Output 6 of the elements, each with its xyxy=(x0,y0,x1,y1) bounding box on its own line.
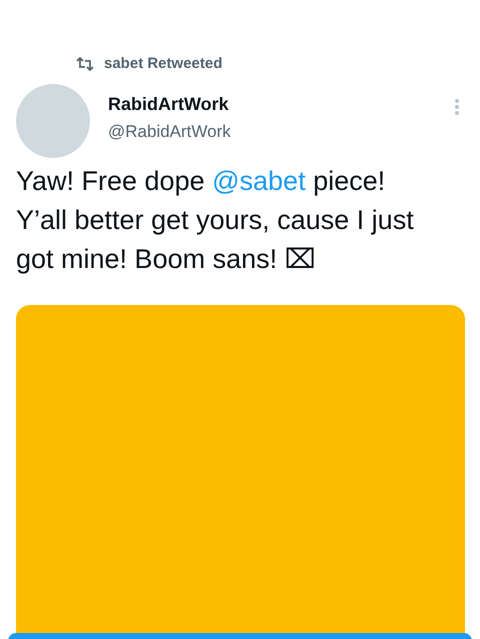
retweet-icon xyxy=(76,57,94,71)
tweet-text: Yaw! Free dope @sabet piece! Y’all better get yours, cause I just got mine! Boom sans! ⌧ xyxy=(15,165,415,276)
author-name[interactable]: RabidArtWork xyxy=(108,92,454,116)
retweet-label[interactable]: sabet Retweeted xyxy=(104,52,222,76)
author-handle[interactable]: @RabidArtWork xyxy=(108,120,454,144)
more-icon[interactable] xyxy=(454,98,460,116)
